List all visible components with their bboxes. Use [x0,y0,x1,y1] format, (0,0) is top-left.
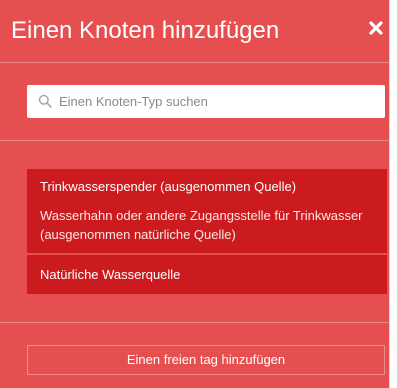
panel-title: Einen Knoten hinzufügen [11,17,280,44]
header-divider [0,62,389,63]
search-box[interactable] [27,85,385,118]
close-button[interactable] [366,18,386,38]
result-item-natural-spring[interactable]: Natürliche Wasserquelle [27,255,387,294]
result-item-drinking-water[interactable]: Trinkwasserspender (ausgenommen Quelle) … [27,169,387,253]
panel-header: Einen Knoten hinzufügen [0,0,389,62]
add-free-tag-button[interactable]: Einen freien tag hinzufügen [27,345,385,375]
add-node-panel: Einen Knoten hinzufügen Trinkwasserspend… [0,0,390,388]
search-divider [0,140,389,141]
close-icon[interactable] [366,18,386,38]
search-input[interactable] [59,85,377,118]
result-item-name: Trinkwasserspender (ausgenommen Quelle) [40,179,297,194]
result-item-description: Wasserhahn oder andere Zugangsstelle für… [40,208,363,242]
search-icon [38,94,52,108]
footer-divider [0,322,389,323]
result-item-name: Natürliche Wasserquelle [40,267,181,282]
